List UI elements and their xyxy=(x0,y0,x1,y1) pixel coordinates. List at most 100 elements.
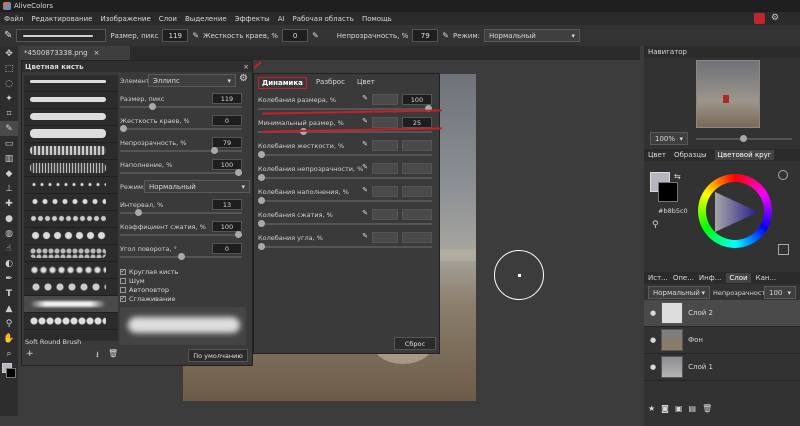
list-item[interactable] xyxy=(24,313,118,330)
slider-knob[interactable] xyxy=(258,174,265,181)
default-button[interactable]: По умолчанию xyxy=(188,349,248,362)
tab-dynamics[interactable]: Динамика xyxy=(258,77,307,89)
dynamics-slider[interactable] xyxy=(258,151,432,158)
zoom-slider[interactable] xyxy=(696,135,792,142)
size-field[interactable]: 119 xyxy=(162,29,189,42)
slider-knob[interactable] xyxy=(258,197,265,204)
visibility-eye-icon[interactable]: ● xyxy=(650,309,656,317)
dodge-tool-icon[interactable]: ◐ xyxy=(0,256,18,271)
settings-gear-icon[interactable]: ⚙ xyxy=(239,73,248,84)
menu-ai[interactable]: AI xyxy=(278,15,285,23)
list-item[interactable] xyxy=(24,296,118,313)
list-item[interactable] xyxy=(24,194,118,211)
magic-wand-tool-icon[interactable]: ✦ xyxy=(0,91,18,106)
menu-help[interactable]: Помощь xyxy=(362,15,392,23)
eyedropper-icon[interactable]: ⚲ xyxy=(652,220,659,230)
pen-pressure-icon[interactable]: ✎ xyxy=(362,186,368,194)
smudge-tool-icon[interactable]: ☝ xyxy=(0,241,18,256)
menu-effects[interactable]: Эффекты xyxy=(235,15,270,23)
close-icon[interactable]: × xyxy=(243,63,249,71)
menu-layers[interactable]: Слои xyxy=(159,15,177,23)
slider-knob[interactable] xyxy=(134,209,142,216)
mask-icon[interactable]: ◙ xyxy=(661,404,669,413)
checkbox-row[interactable]: ✓ Круглая кисть xyxy=(120,267,178,276)
settings-gear-icon[interactable]: ⚙ xyxy=(771,13,779,23)
dynamics-slider[interactable] xyxy=(258,220,432,227)
list-item[interactable] xyxy=(24,262,118,279)
pen-tool-icon[interactable]: ✒ xyxy=(0,271,18,286)
navigator-thumbnail[interactable] xyxy=(696,60,760,128)
element-dropdown[interactable]: Эллипс ▾ xyxy=(148,74,236,87)
fill-tool-icon[interactable]: ◆ xyxy=(0,166,18,181)
lasso-tool-icon[interactable]: ◌ xyxy=(0,76,18,91)
checkbox-row[interactable]: Шум xyxy=(120,276,178,285)
color-triangle[interactable] xyxy=(698,174,772,248)
list-item[interactable] xyxy=(24,211,118,228)
eraser-tool-icon[interactable]: ▭ xyxy=(0,136,18,151)
dynamics-value-field[interactable] xyxy=(402,209,432,220)
tab-color[interactable]: Цвет xyxy=(354,77,378,89)
dynamics-control-dropdown[interactable] xyxy=(372,163,398,174)
new-layer-icon[interactable]: ▤ xyxy=(689,404,697,413)
brush-preset-picker[interactable] xyxy=(16,29,107,42)
shape-tool-icon[interactable]: ▲ xyxy=(0,301,18,316)
opacity-field[interactable]: 79 xyxy=(412,29,439,42)
pen-pressure-icon[interactable]: ✎ xyxy=(362,140,368,148)
swap-colors-icon[interactable]: ⇆ xyxy=(674,172,681,181)
dynamics-control-dropdown[interactable] xyxy=(372,140,398,151)
hardness-pen-icon[interactable]: ✎ xyxy=(312,31,319,40)
slider-knob[interactable] xyxy=(258,151,265,158)
layer-name[interactable]: Слой 2 xyxy=(688,309,713,317)
tab-scatter[interactable]: Разброс xyxy=(313,77,348,89)
pen-pressure-icon[interactable]: ✎ xyxy=(362,94,368,102)
slider-knob[interactable] xyxy=(258,220,265,227)
dynamics-value-field[interactable] xyxy=(402,232,432,243)
reset-button[interactable]: Сброс xyxy=(394,337,436,350)
visibility-eye-icon[interactable]: ● xyxy=(650,363,656,371)
menu-selection[interactable]: Выделение xyxy=(185,15,227,23)
fx-icon[interactable]: ★ xyxy=(648,404,655,413)
tab-color-wheel[interactable]: Цветовой круг xyxy=(714,150,775,160)
background-swatch[interactable] xyxy=(6,368,16,378)
move-tool-icon[interactable]: ✥ xyxy=(0,46,18,61)
slider-knob[interactable] xyxy=(210,147,218,154)
dynamics-control-dropdown[interactable] xyxy=(372,209,398,220)
tab-color[interactable]: Цвет xyxy=(648,151,666,159)
checkbox-row[interactable]: ✓ Сглаживание xyxy=(120,294,178,303)
delete-layer-icon[interactable]: 🗑 xyxy=(702,404,712,413)
param-value-field[interactable]: 13 xyxy=(212,199,242,210)
folder-icon[interactable]: ▣ xyxy=(675,404,683,413)
notification-icon[interactable] xyxy=(754,13,765,24)
checkbox[interactable]: ✓ xyxy=(120,268,126,275)
param-slider[interactable] xyxy=(120,169,242,176)
slider-knob[interactable] xyxy=(148,103,156,110)
tab-history[interactable]: Ист... xyxy=(648,274,668,282)
dynamics-slider[interactable] xyxy=(258,174,432,181)
list-item[interactable] xyxy=(24,109,118,126)
brush-tool-icon[interactable]: ✎ xyxy=(0,121,18,136)
dynamics-slider[interactable] xyxy=(258,197,432,204)
dynamics-control-dropdown[interactable] xyxy=(372,117,398,128)
pen-pressure-icon[interactable]: ✎ xyxy=(362,209,368,217)
menu-image[interactable]: Изображение xyxy=(100,15,150,23)
list-item[interactable] xyxy=(24,92,118,109)
gradient-tool-icon[interactable]: ▥ xyxy=(0,151,18,166)
param-value-field[interactable]: 79 xyxy=(212,137,242,148)
menu-file[interactable]: Файл xyxy=(4,15,23,23)
color-swatches[interactable] xyxy=(0,361,18,383)
hardness-field[interactable]: 0 xyxy=(282,29,309,42)
param-slider[interactable] xyxy=(120,103,242,110)
opacity-pen-icon[interactable]: ✎ xyxy=(442,31,449,40)
layer-name[interactable]: Фон xyxy=(688,336,703,344)
checkbox[interactable] xyxy=(120,286,126,293)
dynamics-control-dropdown[interactable] xyxy=(372,232,398,243)
crop-tool-icon[interactable]: ⌗ xyxy=(0,106,18,121)
tab-info[interactable]: Инф... xyxy=(699,274,721,282)
dynamics-value-field[interactable]: 100 xyxy=(402,94,432,105)
wheel-mode-icon[interactable] xyxy=(778,170,788,180)
drop-tool-icon[interactable]: ● xyxy=(0,211,18,226)
param-value-field[interactable]: 119 xyxy=(212,93,242,104)
background-color-swatch[interactable] xyxy=(658,182,678,202)
tab-operations[interactable]: Опе... xyxy=(673,274,694,282)
tab-swatches[interactable]: Образцы xyxy=(674,151,707,159)
